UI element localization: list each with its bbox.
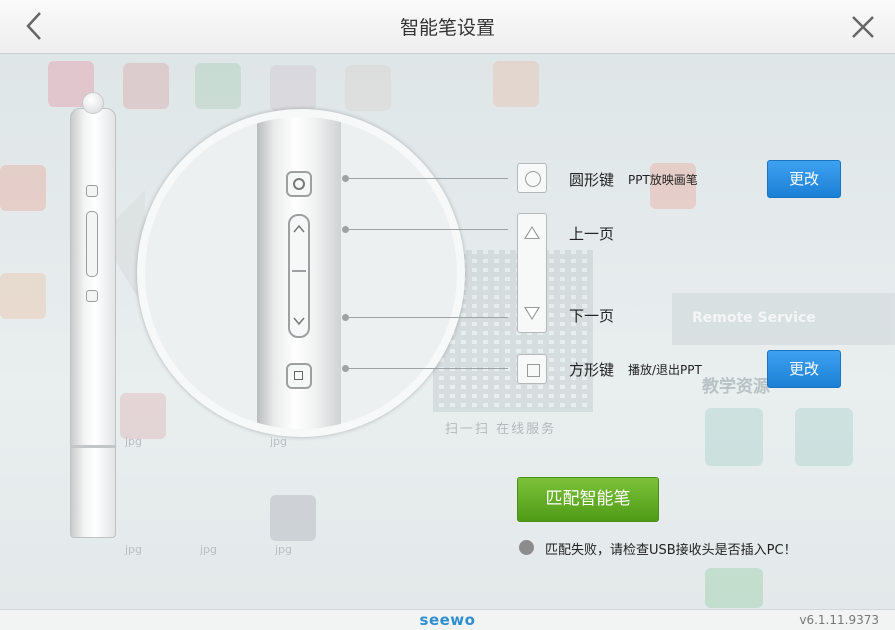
chevron-up-icon: [293, 224, 305, 233]
pen-square-button: [86, 290, 98, 302]
page-up-label: 上一页: [569, 225, 615, 243]
triangle-up-icon: [524, 226, 540, 239]
close-button[interactable]: [848, 12, 878, 42]
brand-logo: seewo: [419, 611, 476, 629]
title-bar: 智能笔设置: [0, 0, 895, 54]
desktop-icon-label: jpg: [275, 543, 293, 556]
pair-pen-button[interactable]: 匹配智能笔: [517, 477, 659, 522]
desktop-icon: [0, 165, 46, 211]
pen-ring: [70, 445, 116, 448]
change-square-key-button[interactable]: 更改: [767, 350, 841, 388]
desktop-icon: [270, 495, 316, 541]
rocker-key-icon: [517, 213, 547, 333]
leader-line: [346, 368, 508, 369]
desktop-icon: [705, 568, 763, 608]
desktop-icon: [195, 63, 241, 109]
circle-key-icon: [517, 163, 547, 193]
square-key-icon: [517, 354, 547, 384]
desktop-icon-label: jpg: [125, 543, 143, 556]
page-down-label: 下一页: [569, 307, 615, 325]
desktop-icon: [270, 65, 316, 111]
desktop-icon: [123, 63, 169, 109]
desktop-icon: [120, 393, 166, 439]
circle-key-label: 圆形键: [569, 171, 615, 189]
square-key-function: 播放/退出PPT: [628, 363, 702, 377]
pen-tip: [82, 92, 104, 114]
chevron-down-icon: [293, 317, 305, 326]
close-icon: [852, 16, 874, 38]
desktop-icon: [493, 61, 539, 107]
circle-key-function: PPT放映画笔: [628, 173, 698, 187]
remote-service-label: Remote Service: [692, 310, 816, 326]
remote-service-banner: Remote Service: [672, 293, 895, 345]
leader-line: [346, 178, 508, 179]
pairing-status: 匹配失败，请检查USB接收头是否插入PC！: [545, 543, 797, 558]
magnified-square-button: [286, 363, 312, 389]
desktop-icon: [0, 273, 46, 319]
magnified-rocker-button: [288, 214, 310, 338]
status-indicator: [519, 540, 534, 555]
pen-magnifier: [137, 109, 465, 437]
desktop-icon: [795, 408, 853, 466]
leader-line: [346, 229, 508, 230]
square-key-label: 方形键: [569, 361, 615, 379]
desktop-icon: [345, 65, 391, 111]
pen-illustration: [70, 108, 116, 538]
leader-line: [346, 317, 508, 318]
pen-circle-button: [86, 185, 98, 197]
footer-bar: seewo v6.1.11.9373: [0, 609, 895, 630]
page-title: 智能笔设置: [399, 17, 495, 39]
desktop-icon-label: jpg: [125, 435, 143, 448]
desktop-icon-label: jpg: [200, 543, 218, 556]
change-circle-key-button[interactable]: 更改: [767, 160, 841, 198]
qr-caption: 扫一扫 在线服务: [445, 422, 557, 437]
triangle-down-icon: [524, 307, 540, 320]
version-label: v6.1.11.9373: [799, 613, 879, 627]
section-label: 教学资源: [702, 377, 770, 397]
desktop-icon-label: jpg: [270, 435, 288, 448]
pen-rocker-button: [86, 211, 98, 277]
desktop-icon: [705, 408, 763, 466]
magnified-circle-button: [286, 171, 312, 197]
